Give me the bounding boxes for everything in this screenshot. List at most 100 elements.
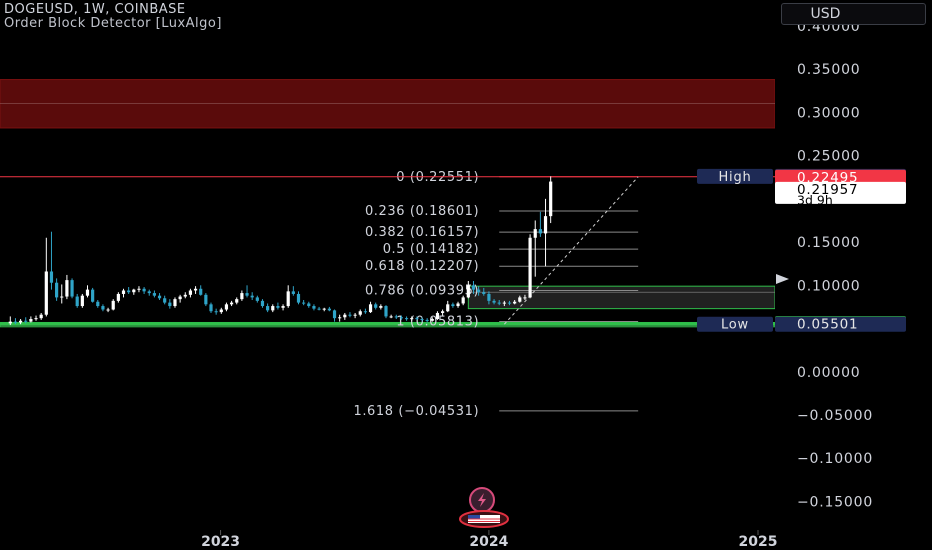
x-axis-tick-label: 2023 [201, 534, 240, 550]
candle-body [229, 302, 234, 305]
candle-body [8, 321, 12, 324]
candle-body [49, 271, 54, 283]
candle-body [502, 302, 506, 304]
low-tag-label: Low [721, 318, 749, 333]
x-axis-tick-label: 2024 [469, 534, 508, 550]
candle-body [106, 309, 110, 311]
fib-level-label: 0.236 (0.18601) [365, 204, 479, 219]
symbol-title: DOGEUSD, 1W, COINBASE [4, 2, 186, 17]
currency-selector[interactable]: USD [781, 3, 926, 25]
candle-body [487, 293, 491, 301]
candle-body [312, 306, 316, 309]
candle-body [163, 298, 167, 303]
candle-body [518, 297, 522, 302]
candle-body [466, 285, 470, 298]
candle-body [374, 304, 378, 308]
candle-body [142, 288, 146, 292]
candle-body [224, 304, 229, 310]
candle-body [513, 301, 517, 304]
candle-body [435, 312, 440, 320]
candle-body [39, 314, 43, 319]
candle-body [193, 288, 198, 291]
candle-body [291, 291, 295, 294]
candle-body [404, 318, 409, 320]
candle-body [332, 310, 337, 319]
candle-body [111, 300, 115, 310]
candle-body [384, 306, 388, 317]
candle-body [446, 304, 450, 312]
candle-body [266, 306, 270, 311]
y-axis-tick-label: −0.10000 [797, 451, 873, 467]
candle-body [55, 282, 59, 298]
candle-body [549, 181, 553, 217]
candle-body [425, 319, 429, 321]
candle-body [209, 304, 213, 312]
candle-body [533, 229, 537, 238]
candle-body [507, 302, 512, 304]
candle-body [70, 280, 74, 297]
candle-body [260, 300, 265, 307]
y-axis-tick-label: 0.25000 [797, 149, 861, 165]
y-axis-tick-label: 0.15000 [797, 235, 861, 251]
candle-body [240, 293, 244, 300]
fib-level-label: 1.618 (−0.04531) [353, 404, 479, 419]
candle-body [157, 295, 162, 299]
candle-body [271, 306, 275, 311]
candle-body [441, 311, 445, 313]
candle-body [116, 293, 120, 301]
flash-icon [469, 487, 495, 513]
candle-body [353, 314, 357, 316]
y-axis-tick-label: 0.10000 [797, 278, 861, 294]
candle-body [343, 314, 347, 318]
candle-body [327, 308, 331, 311]
candle-body [18, 320, 23, 323]
candle-body [219, 309, 223, 313]
fib-level-label: 0.786 (0.09395) [365, 284, 479, 299]
candle-body [471, 285, 476, 290]
candle-body [394, 316, 398, 318]
candle-body [338, 317, 342, 319]
candle-body [358, 311, 362, 315]
candle-body [528, 237, 532, 298]
candle-body [456, 303, 460, 307]
candle-body [538, 229, 542, 234]
candle-body [363, 311, 367, 313]
candle-body [451, 304, 455, 307]
candle-body [60, 296, 64, 298]
candle-body [204, 294, 208, 305]
candle-body [80, 295, 84, 307]
candle-body [286, 291, 290, 307]
candle-body [255, 297, 259, 301]
y-axis-tick-label: 0.30000 [797, 105, 861, 121]
candle-body [235, 299, 239, 303]
candle-body [276, 306, 280, 308]
fib-level-label: 0.5 (0.14182) [383, 242, 480, 257]
candle-body [317, 308, 321, 310]
candle-body [430, 319, 434, 321]
candle-body [147, 291, 151, 294]
candle-body [492, 300, 496, 303]
price-chart[interactable]: 0 (0.22551)0.236 (0.18601)0.382 (0.16157… [0, 0, 932, 550]
candle-body [188, 290, 193, 295]
candle-body [183, 294, 187, 297]
candle-body [245, 293, 249, 296]
candle-body [173, 299, 177, 307]
candle-body [34, 318, 38, 320]
candle-body [96, 301, 100, 307]
y-axis-tick-label: 0.00000 [797, 365, 861, 381]
candle-body [296, 293, 301, 303]
candle-body [24, 320, 28, 322]
candle-body [137, 288, 141, 290]
candle-body [29, 319, 33, 322]
y-axis-tick-label: −0.15000 [797, 494, 873, 510]
candle-body [250, 295, 254, 298]
fib-level-label: 0.618 (0.12207) [365, 259, 479, 274]
bullish-order-block [467, 285, 775, 310]
candle-body [44, 271, 48, 315]
candle-body [132, 289, 136, 293]
x-axis-tick-label: 2025 [739, 534, 778, 550]
candle-body [477, 289, 481, 293]
candle-body [65, 280, 69, 297]
candle-body [523, 297, 527, 299]
candle-body [121, 290, 126, 294]
